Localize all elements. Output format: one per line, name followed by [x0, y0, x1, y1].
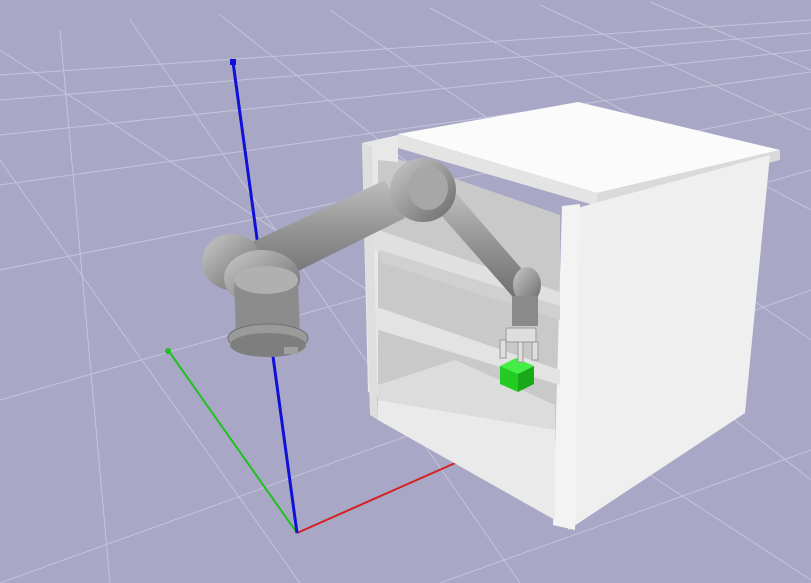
- gripper[interactable]: [499, 327, 539, 363]
- gripper-finger-right: [531, 341, 539, 361]
- y-axis-tip: [165, 348, 171, 354]
- base-column-top: [234, 266, 298, 294]
- 3d-simulation-viewport[interactable]: [0, 0, 811, 583]
- gripper-finger-mid: [517, 341, 524, 363]
- wrist-link: [512, 296, 538, 326]
- gripper-body: [505, 327, 537, 343]
- scene-canvas[interactable]: [0, 0, 811, 583]
- elbow-joint-cap: [408, 166, 448, 210]
- z-axis-tip: [230, 59, 236, 65]
- gripper-finger-left: [499, 339, 507, 359]
- base-connector: [284, 347, 298, 354]
